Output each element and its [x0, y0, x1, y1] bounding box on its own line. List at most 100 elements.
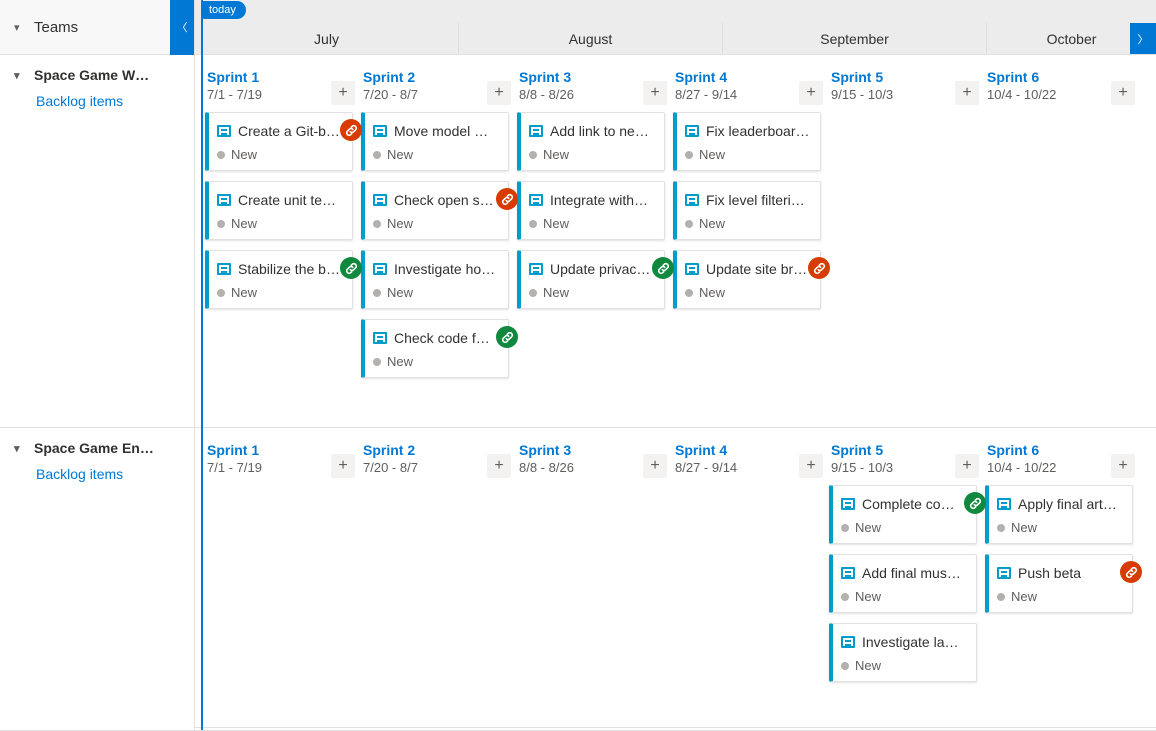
- sprint-column: Sprint 48/27 - 9/14+Fix leaderboar…NewFi…: [673, 65, 829, 388]
- card-title: Stabilize the b…: [238, 261, 340, 277]
- work-item-card[interactable]: Check code f…New: [361, 319, 509, 378]
- work-item-card[interactable]: Push betaNew: [985, 554, 1133, 613]
- sprint-column: Sprint 610/4 - 10/22+Apply final art…New…: [985, 438, 1141, 692]
- plus-icon: +: [650, 84, 659, 102]
- work-item-card[interactable]: Update privac…New: [517, 250, 665, 309]
- state-dot-icon: [373, 358, 381, 366]
- link-badge-icon[interactable]: [652, 257, 674, 279]
- card-status: New: [217, 216, 342, 231]
- work-item-card[interactable]: Integrate with… New: [517, 181, 665, 240]
- team-2-backlog-link[interactable]: Backlog items: [36, 466, 184, 482]
- work-item-card[interactable]: Investigate la…New: [829, 623, 977, 682]
- card-title: Integrate with…: [550, 192, 648, 208]
- teams-title: Teams: [34, 19, 78, 36]
- work-item-card[interactable]: Add link to ne…New: [517, 112, 665, 171]
- collapse-sidebar-button[interactable]: 〈: [170, 0, 194, 55]
- sprint-header: Sprint 38/8 - 8/26+: [517, 65, 673, 112]
- team-1-backlog-link[interactable]: Backlog items: [36, 93, 184, 109]
- link-badge-icon[interactable]: [496, 188, 518, 210]
- work-item-card[interactable]: Investigate ho…New: [361, 250, 509, 309]
- card-state: New: [543, 216, 569, 231]
- card-status: New: [685, 285, 810, 300]
- work-item-card[interactable]: Stabilize the b…New: [205, 250, 353, 309]
- card-title: Move model …: [394, 123, 488, 139]
- add-item-button[interactable]: +: [799, 81, 823, 105]
- work-item-card[interactable]: Move model …New: [361, 112, 509, 171]
- sprint-header: Sprint 27/20 - 8/7+: [361, 65, 517, 112]
- state-dot-icon: [685, 220, 693, 228]
- link-badge-icon[interactable]: [1120, 561, 1142, 583]
- sprint-header: Sprint 27/20 - 8/7+: [361, 438, 517, 485]
- card-title: Investigate la…: [862, 634, 959, 650]
- card-status: New: [685, 216, 810, 231]
- link-badge-icon[interactable]: [496, 326, 518, 348]
- state-dot-icon: [529, 151, 537, 159]
- plus-icon: +: [806, 457, 815, 475]
- team-2-sprints: Sprint 17/1 - 7/19+Sprint 27/20 - 8/7+Sp…: [195, 428, 1156, 706]
- plus-icon: +: [494, 84, 503, 102]
- add-item-button[interactable]: +: [487, 81, 511, 105]
- add-item-button[interactable]: +: [331, 81, 355, 105]
- add-item-button[interactable]: +: [955, 81, 979, 105]
- work-item-card[interactable]: Create unit te…New: [205, 181, 353, 240]
- pbi-icon: [685, 194, 699, 206]
- card-status: New: [529, 216, 654, 231]
- link-badge-icon[interactable]: [808, 257, 830, 279]
- state-dot-icon: [841, 524, 849, 532]
- link-badge-icon[interactable]: [340, 257, 362, 279]
- work-item-card[interactable]: Add final mus…New: [829, 554, 977, 613]
- work-item-card[interactable]: Apply final art…New: [985, 485, 1133, 544]
- state-dot-icon: [217, 220, 225, 228]
- work-item-card[interactable]: Fix level filteri…New: [673, 181, 821, 240]
- state-dot-icon: [373, 151, 381, 159]
- card-status: New: [529, 285, 654, 300]
- state-dot-icon: [529, 220, 537, 228]
- card-title: Push beta: [1018, 565, 1081, 581]
- team-2-name: Space Game En…: [34, 440, 154, 456]
- today-marker[interactable]: today: [201, 0, 246, 19]
- link-badge-icon[interactable]: [964, 492, 986, 514]
- add-item-button[interactable]: +: [799, 454, 823, 478]
- work-item-card[interactable]: Fix leaderboar…New: [673, 112, 821, 171]
- pbi-icon: [997, 567, 1011, 579]
- add-item-button[interactable]: +: [487, 454, 511, 478]
- add-item-button[interactable]: +: [643, 81, 667, 105]
- state-dot-icon: [373, 220, 381, 228]
- team-1-toggle[interactable]: ▾ Space Game W…: [14, 67, 184, 83]
- month-september: September: [722, 23, 986, 54]
- pbi-icon: [529, 125, 543, 137]
- link-badge-icon[interactable]: [340, 119, 362, 141]
- sprint-header: Sprint 17/1 - 7/19+: [205, 65, 361, 112]
- pbi-icon: [217, 194, 231, 206]
- state-dot-icon: [217, 151, 225, 159]
- team-2-toggle[interactable]: ▾ Space Game En…: [14, 440, 184, 456]
- pbi-icon: [841, 498, 855, 510]
- sprint-header: Sprint 59/15 - 10/3+: [829, 438, 985, 485]
- card-state: New: [699, 285, 725, 300]
- work-item-card[interactable]: Check open s…New: [361, 181, 509, 240]
- pbi-icon: [841, 567, 855, 579]
- work-item-card[interactable]: Update site br…New: [673, 250, 821, 309]
- chevron-down-icon: ▾: [14, 69, 24, 82]
- chevron-right-icon: 〉: [1138, 31, 1149, 47]
- card-title: Apply final art…: [1018, 496, 1117, 512]
- work-item-card[interactable]: Complete co…New: [829, 485, 977, 544]
- team-row-1: ▾ Space Game W… Backlog items: [0, 55, 194, 428]
- chevron-down-icon[interactable]: ▾: [14, 21, 24, 34]
- pbi-icon: [373, 263, 387, 275]
- add-item-button[interactable]: +: [1111, 454, 1135, 478]
- sprint-header: Sprint 610/4 - 10/22+: [985, 438, 1141, 485]
- card-title: Investigate ho…: [394, 261, 495, 277]
- add-item-button[interactable]: +: [643, 454, 667, 478]
- scroll-right-button[interactable]: 〉: [1130, 23, 1156, 54]
- pbi-icon: [373, 194, 387, 206]
- card-state: New: [387, 216, 413, 231]
- add-item-button[interactable]: +: [331, 454, 355, 478]
- team-row-2: ▾ Space Game En… Backlog items: [0, 428, 194, 496]
- add-item-button[interactable]: +: [955, 454, 979, 478]
- work-item-card[interactable]: Create a Git-b…New: [205, 112, 353, 171]
- state-dot-icon: [217, 289, 225, 297]
- card-status: New: [373, 216, 498, 231]
- add-item-button[interactable]: +: [1111, 81, 1135, 105]
- card-state: New: [231, 147, 257, 162]
